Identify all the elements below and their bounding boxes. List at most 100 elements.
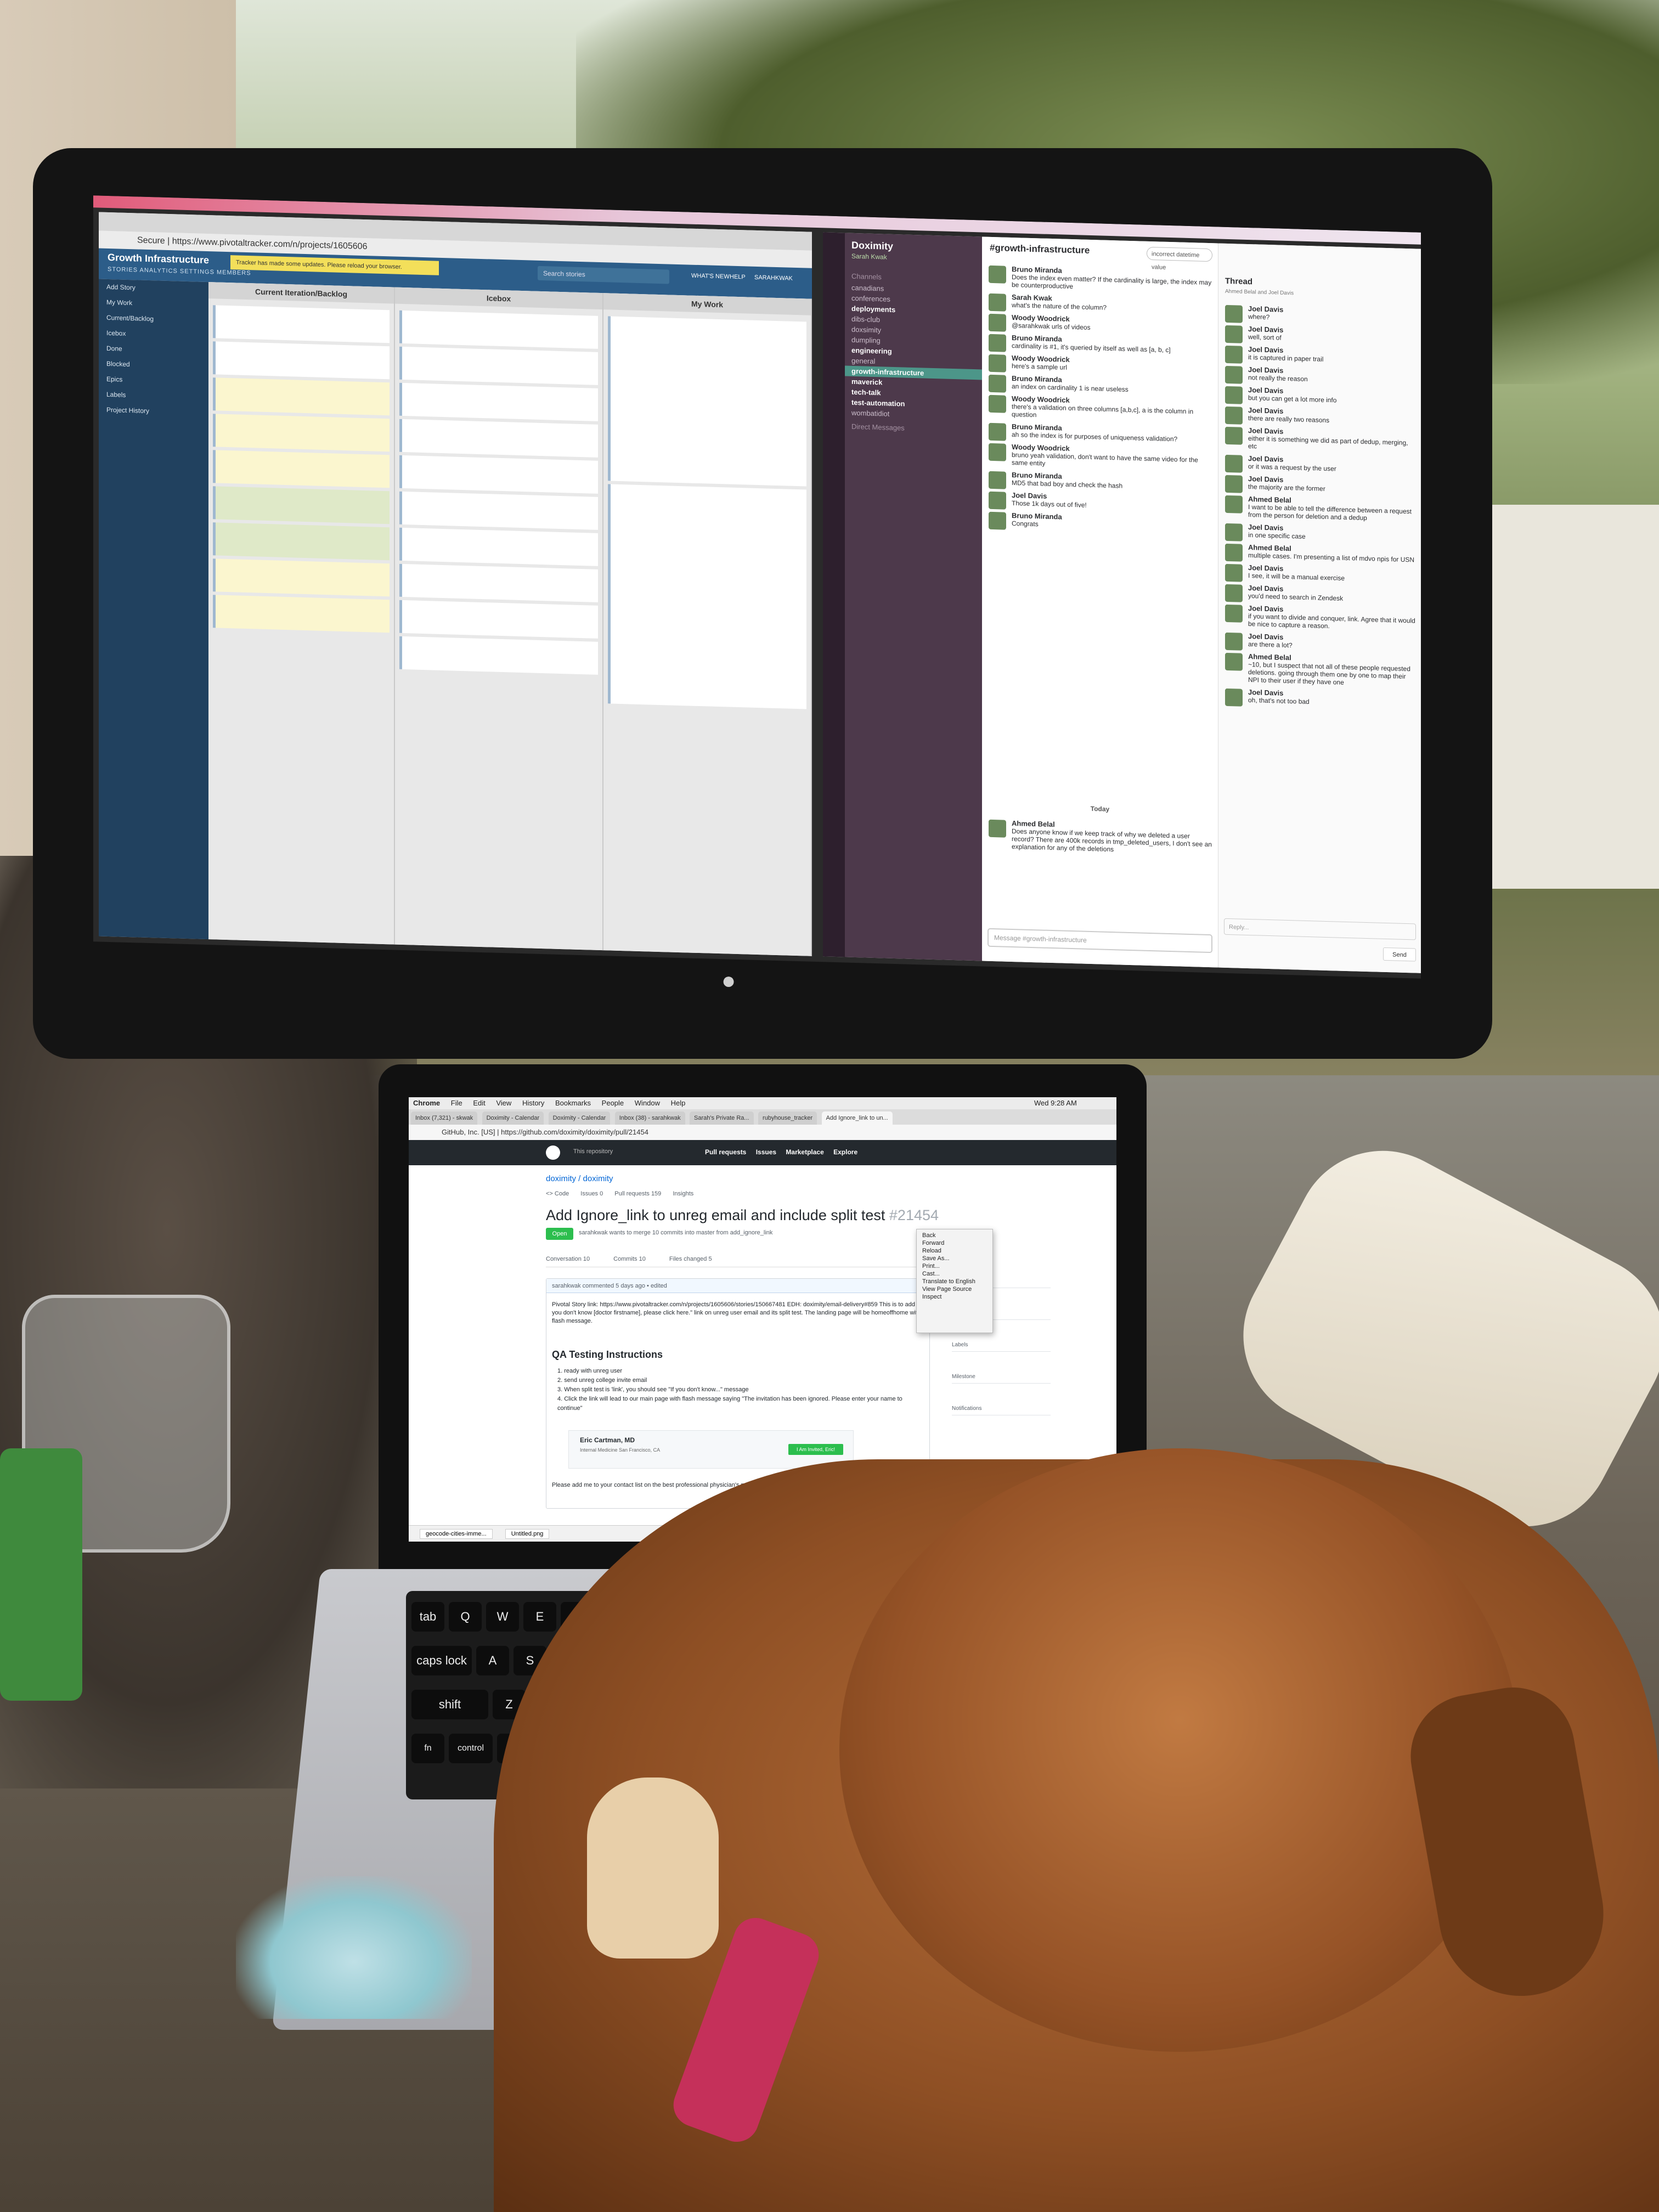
context-menu: Back Forward Reload Save As... Print... … bbox=[916, 1229, 993, 1333]
story-card[interactable] bbox=[213, 522, 390, 561]
story-detail[interactable] bbox=[608, 484, 806, 709]
download-item[interactable]: Untitled.png bbox=[505, 1529, 550, 1539]
context-save-as[interactable]: Save As... bbox=[917, 1255, 992, 1262]
tab-commits[interactable]: Commits 10 bbox=[613, 1256, 646, 1262]
message-input[interactable]: Message #growth-infrastructure bbox=[988, 928, 1212, 953]
key[interactable]: shift bbox=[411, 1690, 488, 1719]
context-forward[interactable]: Forward bbox=[917, 1239, 992, 1247]
context-back[interactable]: Back bbox=[917, 1232, 992, 1239]
key[interactable]: A bbox=[476, 1646, 509, 1675]
story-card[interactable] bbox=[399, 310, 598, 349]
menubar-clock[interactable]: Wed 9:28 AM bbox=[1034, 1097, 1077, 1109]
menu-item[interactable]: History bbox=[522, 1099, 544, 1107]
browser-tab[interactable]: Inbox (7,321) - skwak bbox=[411, 1111, 478, 1125]
help-link[interactable]: HELP bbox=[730, 274, 746, 281]
story-card[interactable] bbox=[399, 527, 598, 566]
context-inspect[interactable]: Inspect bbox=[917, 1293, 992, 1301]
key[interactable]: fn bbox=[411, 1734, 444, 1763]
story-card[interactable] bbox=[213, 414, 390, 452]
key[interactable]: W bbox=[486, 1602, 519, 1632]
key[interactable]: tab bbox=[411, 1602, 444, 1632]
menu-item[interactable]: Help bbox=[671, 1099, 686, 1107]
send-button[interactable]: Send bbox=[1383, 947, 1416, 962]
menu-item[interactable]: View bbox=[496, 1099, 511, 1107]
context-view-source[interactable]: View Page Source bbox=[917, 1285, 992, 1293]
dm-heading[interactable]: Direct Messages bbox=[845, 417, 982, 436]
repo-search-scope[interactable]: This repository bbox=[573, 1148, 613, 1155]
project-title[interactable]: Growth Infrastructure bbox=[108, 252, 209, 266]
user-menu[interactable]: SARAHKWAK bbox=[754, 274, 793, 282]
browser-tab[interactable]: Doximity - Calendar bbox=[548, 1111, 611, 1125]
story-card[interactable] bbox=[399, 455, 598, 494]
story-card[interactable] bbox=[399, 491, 598, 530]
menu-item[interactable]: People bbox=[602, 1099, 624, 1107]
story-card[interactable] bbox=[399, 419, 598, 458]
menu-item[interactable]: File bbox=[451, 1099, 462, 1107]
project-nav[interactable]: STORIES ANALYTICS SETTINGS MEMBERS bbox=[108, 266, 251, 276]
column-icebox: Icebox bbox=[395, 287, 603, 951]
key[interactable]: Q bbox=[449, 1602, 482, 1632]
story-detail[interactable] bbox=[608, 316, 806, 487]
thread-message: Joel Davis not really the reason bbox=[1248, 365, 1416, 386]
browser-tab-active[interactable]: Add Ignore_link to un... bbox=[821, 1111, 893, 1125]
tab-files-changed[interactable]: Files changed 5 bbox=[669, 1256, 712, 1262]
message-text: Those 1k days out of five! bbox=[1012, 499, 1087, 509]
context-reload[interactable]: Reload bbox=[917, 1247, 992, 1255]
address-bar[interactable]: GitHub, Inc. [US] | https://github.com/d… bbox=[409, 1125, 1116, 1140]
browser-tab[interactable]: Doximity - Calendar bbox=[482, 1111, 544, 1125]
story-card[interactable] bbox=[399, 600, 598, 639]
story-card[interactable] bbox=[213, 450, 390, 488]
thread-participants: Ahmed Belal and Joel Davis bbox=[1225, 288, 1294, 297]
sidebar-notifications[interactable]: Notifications bbox=[952, 1406, 1051, 1415]
story-card[interactable] bbox=[213, 558, 390, 597]
search-input[interactable]: incorrect datetime value bbox=[1147, 246, 1212, 271]
tab-code[interactable]: <> Code bbox=[546, 1190, 569, 1197]
browser-tab[interactable]: Inbox (38) - sarahkwak bbox=[614, 1111, 685, 1125]
message-author[interactable]: Joel Davis bbox=[1248, 304, 1416, 318]
story-card[interactable] bbox=[399, 636, 598, 675]
nav-marketplace[interactable]: Marketplace bbox=[786, 1148, 823, 1156]
context-translate[interactable]: Translate to English bbox=[917, 1278, 992, 1285]
menu-item[interactable]: Chrome bbox=[413, 1099, 440, 1107]
key[interactable]: E bbox=[523, 1602, 556, 1632]
search-input[interactable]: Search stories bbox=[538, 266, 669, 284]
merge-summary: sarahkwak wants to merge 10 commits into… bbox=[579, 1229, 773, 1236]
sidebar-milestone[interactable]: Milestone bbox=[952, 1374, 1051, 1384]
story-card[interactable] bbox=[213, 595, 390, 633]
download-item[interactable]: geocode-cities-imme... bbox=[420, 1529, 493, 1539]
nav-issues[interactable]: Issues bbox=[756, 1148, 776, 1156]
sidebar-item-history[interactable]: Project History bbox=[99, 402, 208, 420]
channel-title[interactable]: #growth-infrastructure bbox=[990, 242, 1090, 256]
story-card[interactable] bbox=[213, 377, 390, 416]
message-author[interactable]: Bruno Miranda bbox=[1012, 511, 1212, 525]
browser-tab[interactable]: Sarah's Private Ra... bbox=[690, 1111, 754, 1125]
menu-item[interactable]: Edit bbox=[473, 1099, 485, 1107]
nav-pull-requests[interactable]: Pull requests bbox=[705, 1148, 746, 1156]
whats-new-link[interactable]: WHAT'S NEW bbox=[691, 273, 730, 280]
thread-reply-input[interactable]: Reply... bbox=[1224, 918, 1416, 940]
story-card[interactable] bbox=[213, 486, 390, 524]
nav-explore[interactable]: Explore bbox=[833, 1148, 857, 1156]
repo-title[interactable]: doximity / doximity bbox=[546, 1174, 613, 1183]
github-logo-icon[interactable] bbox=[546, 1146, 560, 1160]
key[interactable]: caps lock bbox=[411, 1646, 472, 1675]
story-card[interactable] bbox=[399, 346, 598, 385]
key[interactable]: control bbox=[449, 1734, 493, 1763]
tab-insights[interactable]: Insights bbox=[673, 1190, 693, 1197]
story-card[interactable] bbox=[399, 563, 598, 602]
tab-conversation[interactable]: Conversation 10 bbox=[546, 1256, 590, 1262]
context-print[interactable]: Print... bbox=[917, 1262, 992, 1270]
tab-issues[interactable]: Issues 0 bbox=[580, 1190, 603, 1197]
story-card[interactable] bbox=[213, 305, 390, 343]
story-card[interactable] bbox=[213, 341, 390, 380]
browser-tab[interactable]: rubyhouse_tracker bbox=[758, 1111, 817, 1125]
context-cast[interactable]: Cast... bbox=[917, 1270, 992, 1278]
tab-pull-requests[interactable]: Pull requests 159 bbox=[614, 1190, 661, 1197]
story-card[interactable] bbox=[399, 382, 598, 421]
menu-item[interactable]: Window bbox=[635, 1099, 660, 1107]
dog-paw bbox=[587, 1778, 719, 1959]
comment-header: sarahkwak commented 5 days ago • edited bbox=[546, 1279, 929, 1293]
team-switcher bbox=[823, 232, 845, 957]
sidebar-labels[interactable]: Labels bbox=[952, 1342, 1051, 1352]
menu-item[interactable]: Bookmarks bbox=[555, 1099, 591, 1107]
